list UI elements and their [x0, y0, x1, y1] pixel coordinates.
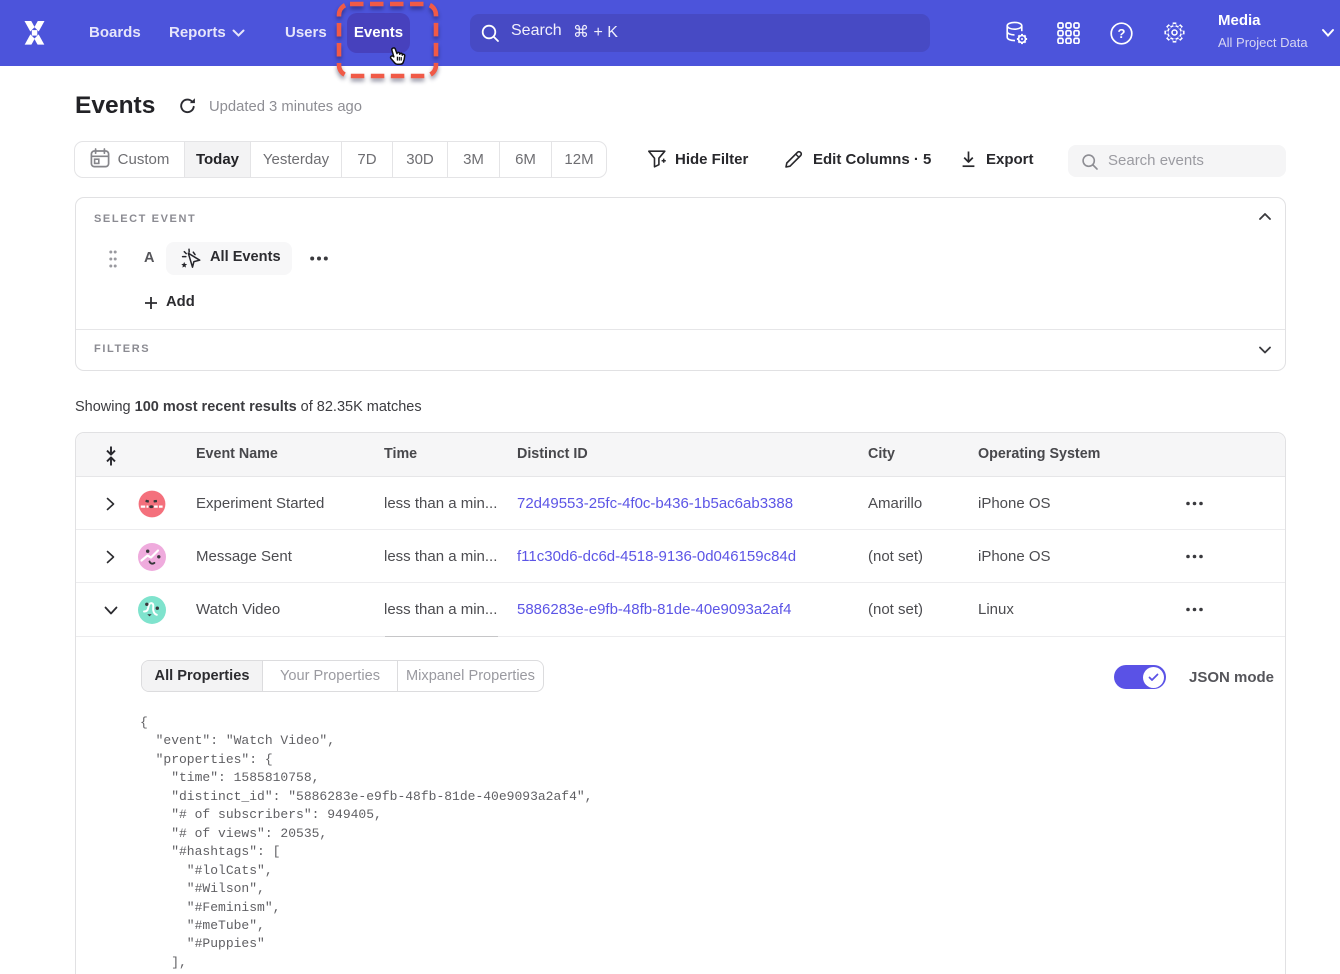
- svg-text:?: ?: [1118, 26, 1126, 41]
